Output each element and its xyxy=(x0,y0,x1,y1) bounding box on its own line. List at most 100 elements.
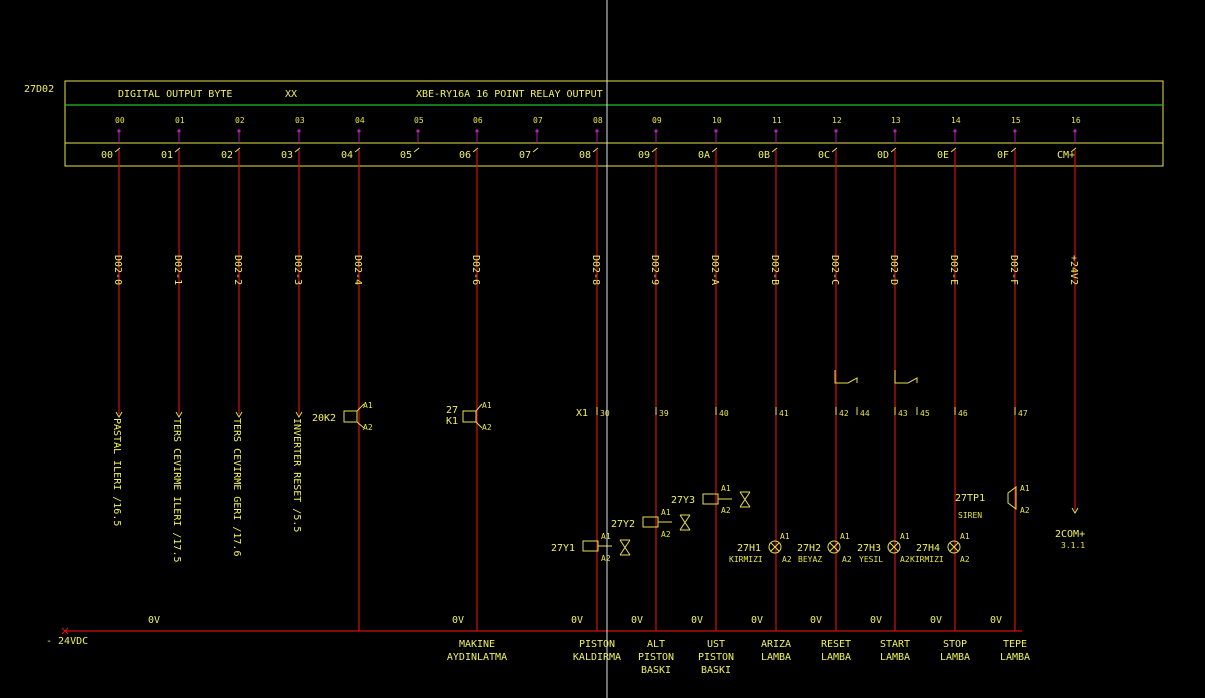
function-name: LAMBA xyxy=(1000,652,1030,663)
function-name: KALDIRMA xyxy=(573,652,621,663)
relay-20k2-a1: A1 xyxy=(363,401,373,410)
function-name: MAKINE xyxy=(459,639,495,650)
terminal-row: 00 01 02 03 04 05 06 07 08 09 0A 0B 0C 0D 0E 0F CM+ xyxy=(101,147,1077,161)
function-name: ARIZA xyxy=(761,639,791,650)
wire-label: D02-2 xyxy=(232,255,243,285)
function-name: START xyxy=(880,639,910,650)
lamp-27h1-label: 27H1 xyxy=(737,543,761,554)
terminal-label: 04 xyxy=(341,150,353,161)
function-name: LAMBA xyxy=(880,652,910,663)
function-name: LAMBA xyxy=(821,652,851,663)
zero-volt-label: 0V xyxy=(631,615,643,626)
lamp-27h2-color: BEYAZ xyxy=(798,555,822,564)
pin-number: 07 xyxy=(533,116,543,125)
wire-label: D02-9 xyxy=(649,255,660,285)
relay-27k1-bot: K1 xyxy=(446,416,458,427)
ref-ters-cevirme-ileri: TERS CEVIRME ILERI /17.5 xyxy=(171,418,182,563)
siren-27tp1-a1: A1 xyxy=(1020,484,1030,493)
lamp-27h2-label: 27H2 xyxy=(797,543,821,554)
relay-coil-20k2[interactable]: 20K2 A1 A2 xyxy=(312,401,373,432)
function-name: UST xyxy=(707,639,725,650)
relay-coil-27k1[interactable]: 27 K1 A1 A2 xyxy=(446,401,492,432)
terminal-tick xyxy=(532,147,539,153)
wire-label: D02-C xyxy=(829,255,840,285)
x1-terminal: 44 xyxy=(860,409,870,418)
terminal-label: 05 xyxy=(400,150,412,161)
function-name: LAMBA xyxy=(761,652,791,663)
x1-terminal: 47 xyxy=(1018,409,1028,418)
lamp-27h3-color: YESIL xyxy=(859,555,883,564)
x1-terminal-group: 30 39 40 41 42 44 43 45 46 47 xyxy=(596,407,1028,418)
terminal-strip-x1: X1 xyxy=(576,408,588,419)
valve-27y3-label: 27Y3 xyxy=(671,495,695,506)
zero-volt-label: 0V xyxy=(990,615,1002,626)
valve-27y2-a2: A2 xyxy=(661,530,671,539)
x1-terminal: 43 xyxy=(898,409,908,418)
ref-ters-cevirme-geri: TERS CEVIRME GERI /17.6 xyxy=(231,418,242,556)
zero-volt-label: 0V xyxy=(810,615,822,626)
function-name: LAMBA xyxy=(940,652,970,663)
terminal-label: 08 xyxy=(579,150,591,161)
function-name: PISTON xyxy=(638,652,674,663)
zero-volt-label: 0V xyxy=(148,615,160,626)
module-tag: 27D02 xyxy=(24,84,54,95)
valve-27y3[interactable]: 27Y3 A1 A2 xyxy=(671,484,751,515)
x1-terminal: 42 xyxy=(839,409,849,418)
zero-volt-label: 0V xyxy=(571,615,583,626)
terminal-label: 0A xyxy=(698,150,710,161)
pin-number: 10 xyxy=(712,116,722,125)
pin-number: 05 xyxy=(414,116,424,125)
terminal-label: 00 xyxy=(101,150,113,161)
common-label: 2COM+ xyxy=(1055,529,1085,540)
terminal-label: 03 xyxy=(281,150,293,161)
lamp-27h3-a2: A2 xyxy=(900,555,910,564)
valve-27y1-a1: A1 xyxy=(601,532,611,541)
lamp-27h2[interactable]: 27H2 BEYAZ A1 A2 xyxy=(797,532,852,564)
lamp-27h3-a1: A1 xyxy=(900,532,910,541)
terminal-label: 0F xyxy=(997,150,1009,161)
supply-label: - 24VDC xyxy=(46,636,88,647)
lamp-27h3-label: 27H3 xyxy=(857,543,881,554)
pin-number: 00 xyxy=(115,116,125,125)
module-title-xx: XX xyxy=(285,89,297,100)
function-name: BASKI xyxy=(701,665,731,676)
schematic-canvas[interactable]: 27D02 DIGITAL OUTPUT BYTE XX XBE-RY16A 1… xyxy=(0,0,1205,698)
terminal-label: 07 xyxy=(519,150,531,161)
lamp-27h3[interactable]: 27H3 YESIL A1 A2 xyxy=(857,532,910,564)
ref-inverter-reset: INVERTER RESET /5.5 xyxy=(291,418,302,532)
lamp-27h4[interactable]: 27H4 KIRMIZI A1 A2 xyxy=(910,532,970,564)
siren-27tp1-caption: SIREN xyxy=(958,511,982,520)
terminal-label: 09 xyxy=(638,150,650,161)
siren-27tp1-a2: A2 xyxy=(1020,506,1030,515)
x1-terminal: 41 xyxy=(779,409,789,418)
pin-number: 06 xyxy=(473,116,483,125)
wire-label: D02-3 xyxy=(292,255,303,285)
common-ref: 3.1.1 xyxy=(1061,541,1085,550)
terminal-label: 0C xyxy=(818,150,830,161)
valve-27y1[interactable]: 27Y1 A1 A2 xyxy=(551,532,631,563)
lamp-27h1[interactable]: 27H1 KIRMIZI A1 A2 xyxy=(729,532,792,564)
pin-number: 02 xyxy=(235,116,245,125)
valve-27y2[interactable]: 27Y2 A1 A2 xyxy=(611,508,691,539)
relay-27k1-top: 27 xyxy=(446,405,458,416)
contact-start[interactable] xyxy=(894,370,918,384)
module-title-right: XBE-RY16A 16 POINT RELAY OUTPUT xyxy=(416,89,603,100)
terminal-label: CM+ xyxy=(1057,150,1075,161)
pin-number: 03 xyxy=(295,116,305,125)
pin-number: 13 xyxy=(891,116,901,125)
x1-terminal: 30 xyxy=(600,409,610,418)
x1-terminal: 45 xyxy=(920,409,930,418)
siren-27tp1[interactable]: 27TP1 SIREN A1 A2 xyxy=(955,484,1030,520)
lamp-27h1-a2: A2 xyxy=(782,555,792,564)
valve-27y2-a1: A1 xyxy=(661,508,671,517)
relay-20k2-label: 20K2 xyxy=(312,413,336,424)
valve-27y1-a2: A2 xyxy=(601,554,611,563)
wire-label: +24V2 xyxy=(1068,255,1079,285)
function-name: BASKI xyxy=(641,665,671,676)
contact-reset[interactable] xyxy=(834,370,858,384)
wire-label: D02-D xyxy=(888,255,899,285)
lamp-27h1-a1: A1 xyxy=(780,532,790,541)
pin-number: 16 xyxy=(1071,116,1081,125)
wire-label: D02-0 xyxy=(112,255,123,285)
zero-volt-label: 0V xyxy=(452,615,464,626)
